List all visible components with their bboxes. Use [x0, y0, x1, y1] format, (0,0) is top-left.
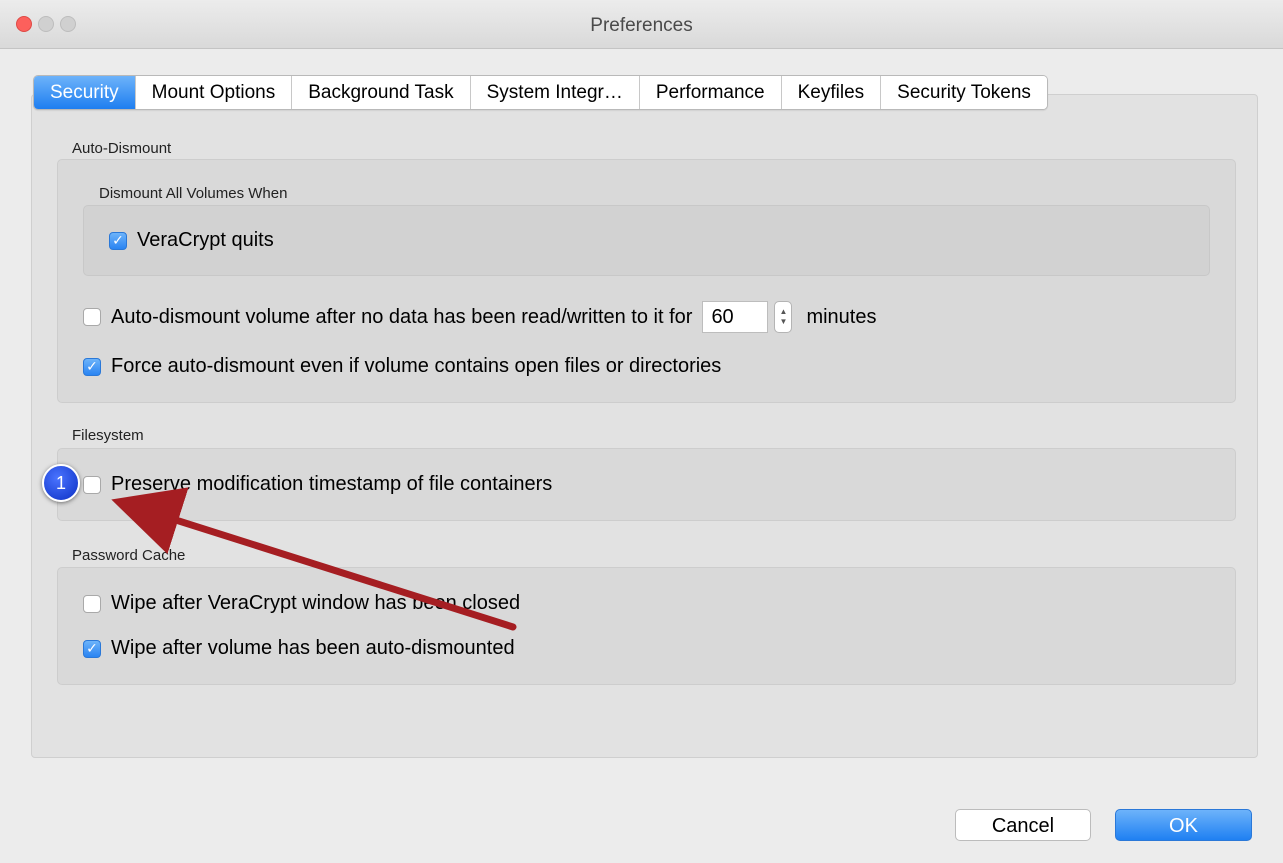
veracrypt-quits-checkbox[interactable]: ✓	[109, 231, 127, 250]
force-dismount-checkbox[interactable]: ✓	[83, 357, 101, 376]
wipe-auto-dismounted-label: Wipe after volume has been auto-dismount…	[111, 637, 515, 659]
veracrypt-quits-option[interactable]: ✓ VeraCrypt quits	[109, 229, 274, 252]
force-dismount-option[interactable]: ✓ Force auto-dismount even if volume con…	[83, 355, 721, 378]
force-dismount-label: Force auto-dismount even if volume conta…	[111, 355, 722, 377]
tab-security-tokens[interactable]: Security Tokens	[881, 76, 1047, 109]
wipe-auto-dismounted-option[interactable]: ✓ Wipe after volume has been auto-dismou…	[83, 637, 515, 660]
tab-keyfiles[interactable]: Keyfiles	[781, 76, 882, 109]
auto-dismount-group-title: Auto-Dismount	[72, 140, 172, 157]
auto-dismount-idle-label: Auto-dismount volume after no data has b…	[111, 305, 693, 328]
tab-background-task[interactable]: Background Task	[292, 76, 471, 109]
ok-button[interactable]: OK	[1115, 809, 1252, 841]
preserve-timestamp-checkbox[interactable]	[83, 475, 101, 494]
window-title: Preferences	[590, 15, 693, 36]
password-cache-group	[57, 567, 1236, 685]
auto-dismount-idle-option[interactable]: Auto-dismount volume after no data has b…	[83, 301, 876, 333]
tab-bar: Security Mount Options Background Task S…	[33, 75, 1048, 110]
veracrypt-quits-label: VeraCrypt quits	[137, 229, 274, 251]
wipe-window-closed-option[interactable]: Wipe after VeraCrypt window has been clo…	[83, 592, 520, 615]
preserve-timestamp-label: Preserve modification timestamp of file …	[111, 473, 553, 495]
wipe-auto-dismounted-checkbox[interactable]: ✓	[83, 639, 101, 658]
dismount-all-group-title: Dismount All Volumes When	[99, 185, 288, 202]
cancel-button[interactable]: Cancel	[955, 809, 1091, 841]
title-bar: Preferences	[0, 0, 1283, 49]
tab-performance[interactable]: Performance	[639, 76, 782, 109]
minutes-input[interactable]	[702, 301, 769, 333]
minutes-unit-label: minutes	[806, 305, 877, 328]
annotation-callout-badge: 1	[42, 464, 80, 502]
tab-system-integration[interactable]: System Integr…	[470, 76, 640, 109]
tab-mount-options[interactable]: Mount Options	[135, 76, 293, 109]
minutes-stepper[interactable]: ▲ ▼	[774, 301, 793, 333]
password-cache-group-title: Password Cache	[72, 547, 186, 564]
auto-dismount-idle-checkbox[interactable]	[83, 308, 101, 326]
stepper-up-icon[interactable]: ▲	[779, 307, 787, 317]
tab-security[interactable]: Security	[34, 76, 136, 109]
stepper-down-icon[interactable]: ▼	[779, 317, 787, 327]
wipe-window-closed-checkbox[interactable]	[83, 594, 101, 613]
preserve-timestamp-option[interactable]: Preserve modification timestamp of file …	[83, 473, 552, 496]
filesystem-group-title: Filesystem	[72, 427, 144, 444]
wipe-window-closed-label: Wipe after VeraCrypt window has been clo…	[111, 592, 521, 614]
